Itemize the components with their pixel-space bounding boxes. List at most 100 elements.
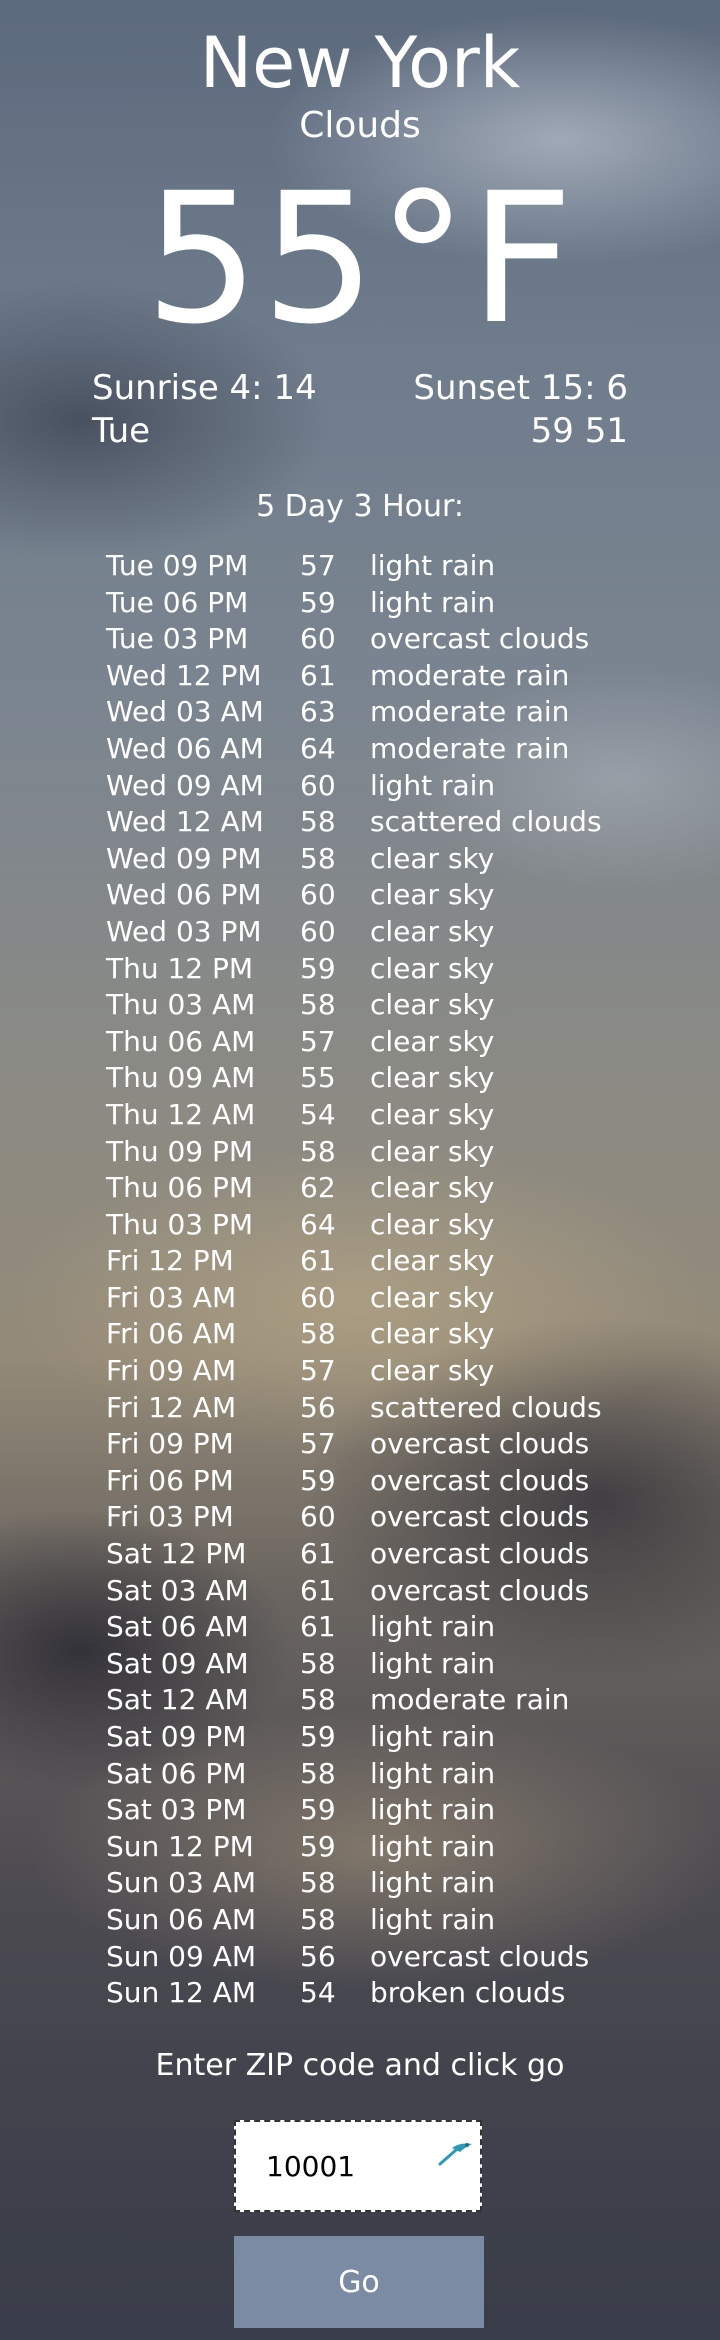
forecast-temp: 57 — [300, 1354, 336, 1388]
forecast-temp: 58 — [300, 805, 336, 839]
forecast-desc: light rain — [370, 1720, 496, 1753]
forecast-temp: 56 — [300, 1939, 336, 1973]
forecast-desc: light rain — [370, 1866, 496, 1900]
forecast-time: Tue 06 PM — [106, 585, 249, 619]
forecast-temp: 59 — [300, 951, 336, 985]
autofill-key-icon[interactable] — [438, 2138, 474, 2166]
forecast-desc: clear sky — [370, 1317, 495, 1351]
forecast-row: Sat 09 AM 58 light rain — [106, 1646, 666, 1683]
city-name: New York — [199, 22, 521, 104]
forecast-temp: 58 — [300, 1902, 336, 1936]
forecast-temp: 61 — [300, 1537, 336, 1571]
forecast-desc: clear sky — [370, 841, 495, 875]
forecast-time: Sun 12 PM — [106, 1829, 254, 1863]
forecast-desc: overcast clouds — [370, 1427, 590, 1461]
forecast-row: Tue 09 PM 57 light rain — [106, 548, 666, 585]
forecast-temp: 58 — [300, 1317, 336, 1351]
forecast-row: Fri 03 AM 60 clear sky — [106, 1280, 666, 1317]
forecast-temp: 56 — [300, 1390, 336, 1424]
forecast-time: Tue 03 PM — [106, 622, 249, 656]
forecast-desc: clear sky — [370, 1024, 495, 1058]
forecast-time: Fri 03 PM — [106, 1500, 234, 1534]
forecast-time: Thu 12 AM — [106, 1097, 256, 1131]
zip-input[interactable] — [266, 2146, 426, 2186]
forecast-row: Sun 06 AM 58 light rain — [106, 1902, 666, 1939]
sun-times-row: Sunrise 4: 14 Sunset 15: 6 — [92, 367, 628, 409]
forecast-row: Sat 03 PM 59 light rain — [106, 1792, 666, 1829]
forecast-row: Tue 03 PM 60 overcast clouds — [106, 621, 666, 658]
forecast-time: Wed 06 PM — [106, 878, 262, 912]
forecast-temp: 59 — [300, 1720, 336, 1753]
forecast-row: Fri 03 PM 60 overcast clouds — [106, 1499, 666, 1536]
forecast-temp: 60 — [300, 622, 336, 656]
forecast-row: Wed 12 AM 58 scattered clouds — [106, 804, 666, 841]
forecast-time: Fri 06 PM — [106, 1463, 234, 1497]
forecast-desc: clear sky — [370, 1171, 495, 1205]
forecast-desc: scattered clouds — [370, 805, 602, 839]
forecast-row: Wed 03 PM 60 clear sky — [106, 914, 666, 951]
forecast-desc: clear sky — [370, 878, 495, 912]
forecast-temp: 58 — [300, 841, 336, 875]
go-button[interactable]: Go — [234, 2236, 484, 2328]
forecast-row: Sun 03 AM 58 light rain — [106, 1865, 666, 1902]
forecast-time: Fri 09 AM — [106, 1354, 237, 1388]
forecast-desc: light rain — [370, 549, 496, 582]
forecast-temp: 58 — [300, 1866, 336, 1900]
forecast-desc: clear sky — [370, 1061, 495, 1095]
forecast-time: Thu 09 PM — [106, 1134, 254, 1168]
zip-field-container[interactable] — [234, 2120, 482, 2212]
forecast-row: Thu 12 PM 59 clear sky — [106, 951, 666, 988]
forecast-temp: 64 — [300, 1207, 336, 1241]
forecast-time: Fri 12 AM — [106, 1390, 237, 1424]
forecast-time: Tue 09 PM — [106, 549, 249, 582]
forecast-time: Sun 12 AM — [106, 1976, 257, 2010]
day-summary-row: Tue 59 51 — [92, 410, 628, 452]
current-temperature: 55°F — [144, 155, 576, 364]
forecast-desc: clear sky — [370, 988, 495, 1022]
forecast-temp: 60 — [300, 1280, 336, 1314]
forecast-temp: 61 — [300, 1610, 336, 1644]
forecast-row: Wed 12 PM 61 moderate rain — [106, 658, 666, 695]
forecast-row: Sat 09 PM 59 light rain — [106, 1719, 666, 1756]
forecast-row: Sun 12 AM 54 broken clouds — [106, 1975, 666, 2012]
forecast-time: Wed 12 PM — [106, 658, 262, 692]
forecast-row: Thu 09 AM 55 clear sky — [106, 1060, 666, 1097]
forecast-time: Wed 03 AM — [106, 695, 264, 729]
forecast-temp: 61 — [300, 1573, 336, 1607]
forecast-desc: clear sky — [370, 951, 495, 985]
forecast-row: Wed 06 PM 60 clear sky — [106, 877, 666, 914]
forecast-temp: 61 — [300, 1244, 336, 1278]
forecast-row: Thu 03 AM 58 clear sky — [106, 987, 666, 1024]
forecast-row: Thu 06 PM 62 clear sky — [106, 1170, 666, 1207]
forecast-temp: 59 — [300, 1829, 336, 1863]
forecast-row: Sat 12 PM 61 overcast clouds — [106, 1536, 666, 1573]
forecast-temp: 57 — [300, 549, 336, 582]
forecast-time: Wed 06 AM — [106, 731, 264, 765]
forecast-time: Sat 03 PM — [106, 1793, 247, 1827]
forecast-row: Wed 09 AM 60 light rain — [106, 768, 666, 805]
forecast-desc: scattered clouds — [370, 1390, 602, 1424]
forecast-temp: 54 — [300, 1097, 336, 1131]
day-label: Tue — [92, 411, 151, 451]
forecast-temp: 59 — [300, 585, 336, 619]
forecast-time: Fri 09 PM — [106, 1427, 234, 1461]
forecast-time: Sat 03 AM — [106, 1573, 249, 1607]
forecast-time: Wed 09 AM — [106, 768, 264, 802]
forecast-row: Thu 12 AM 54 clear sky — [106, 1097, 666, 1134]
forecast-row: Fri 12 PM 61 clear sky — [106, 1243, 666, 1280]
forecast-time: Fri 06 AM — [106, 1317, 237, 1351]
forecast-desc: overcast clouds — [370, 1500, 590, 1534]
forecast-row: Wed 06 AM 64 moderate rain — [106, 731, 666, 768]
forecast-time: Sun 06 AM — [106, 1902, 257, 1936]
forecast-temp: 60 — [300, 1500, 336, 1534]
forecast-desc: overcast clouds — [370, 1537, 590, 1571]
forecast-temp: 62 — [300, 1171, 336, 1205]
forecast-desc: moderate rain — [370, 658, 570, 692]
forecast-row: Sat 06 PM 58 light rain — [106, 1756, 666, 1793]
forecast-time: Wed 03 PM — [106, 914, 262, 948]
forecast-time: Sat 12 PM — [106, 1537, 247, 1571]
forecast-desc: broken clouds — [370, 1976, 566, 2010]
forecast-time: Wed 12 AM — [106, 805, 264, 839]
forecast-row: Sat 06 AM 61 light rain — [106, 1609, 666, 1646]
forecast-row: Wed 03 AM 63 moderate rain — [106, 694, 666, 731]
